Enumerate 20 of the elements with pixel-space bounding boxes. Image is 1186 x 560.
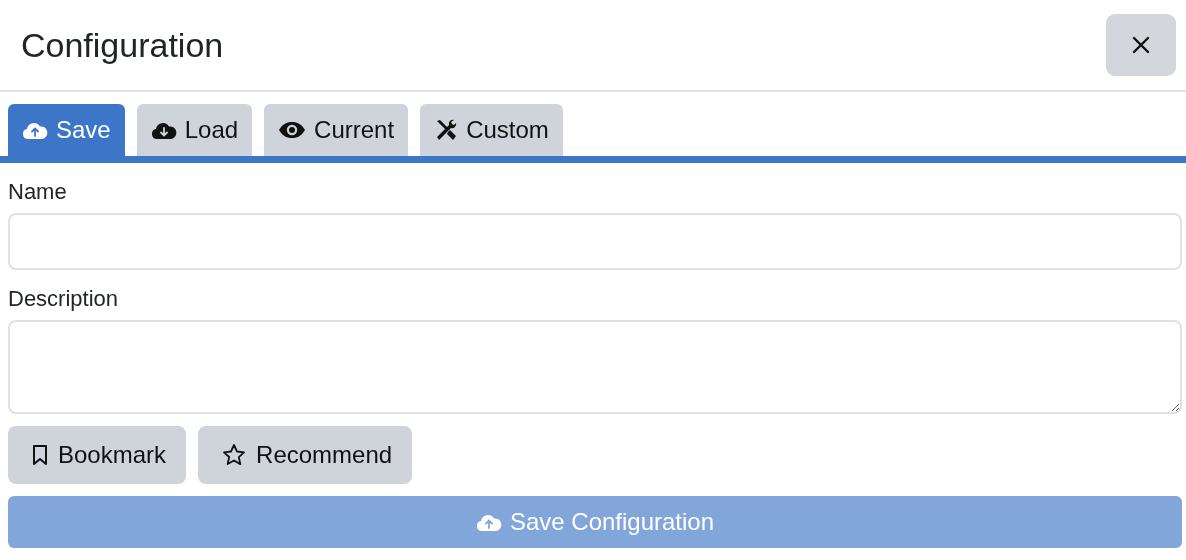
dialog-title: Configuration [21,25,224,65]
field-label: Description [8,286,120,312]
close-icon [1132,36,1150,54]
recommend-button[interactable]: Recommend [198,426,413,484]
name-field[interactable] [8,213,1182,270]
tab[interactable]: Save [8,104,125,156]
bookmark-icon [32,444,48,466]
bookmark-button[interactable]: Bookmark [8,426,187,484]
close-button[interactable] [1106,14,1176,76]
tab[interactable]: Current [264,104,409,156]
cloud-download-icon [150,120,177,140]
eye-icon [278,121,307,139]
description-field[interactable] [8,320,1182,414]
star-icon [222,443,247,467]
tools-icon [434,118,459,142]
field-label: Name [8,179,68,205]
cloud-upload-icon [22,120,48,140]
tab[interactable]: Custom [420,104,563,156]
tab[interactable]: Load [136,104,253,156]
cloud-upload-icon [475,512,502,532]
